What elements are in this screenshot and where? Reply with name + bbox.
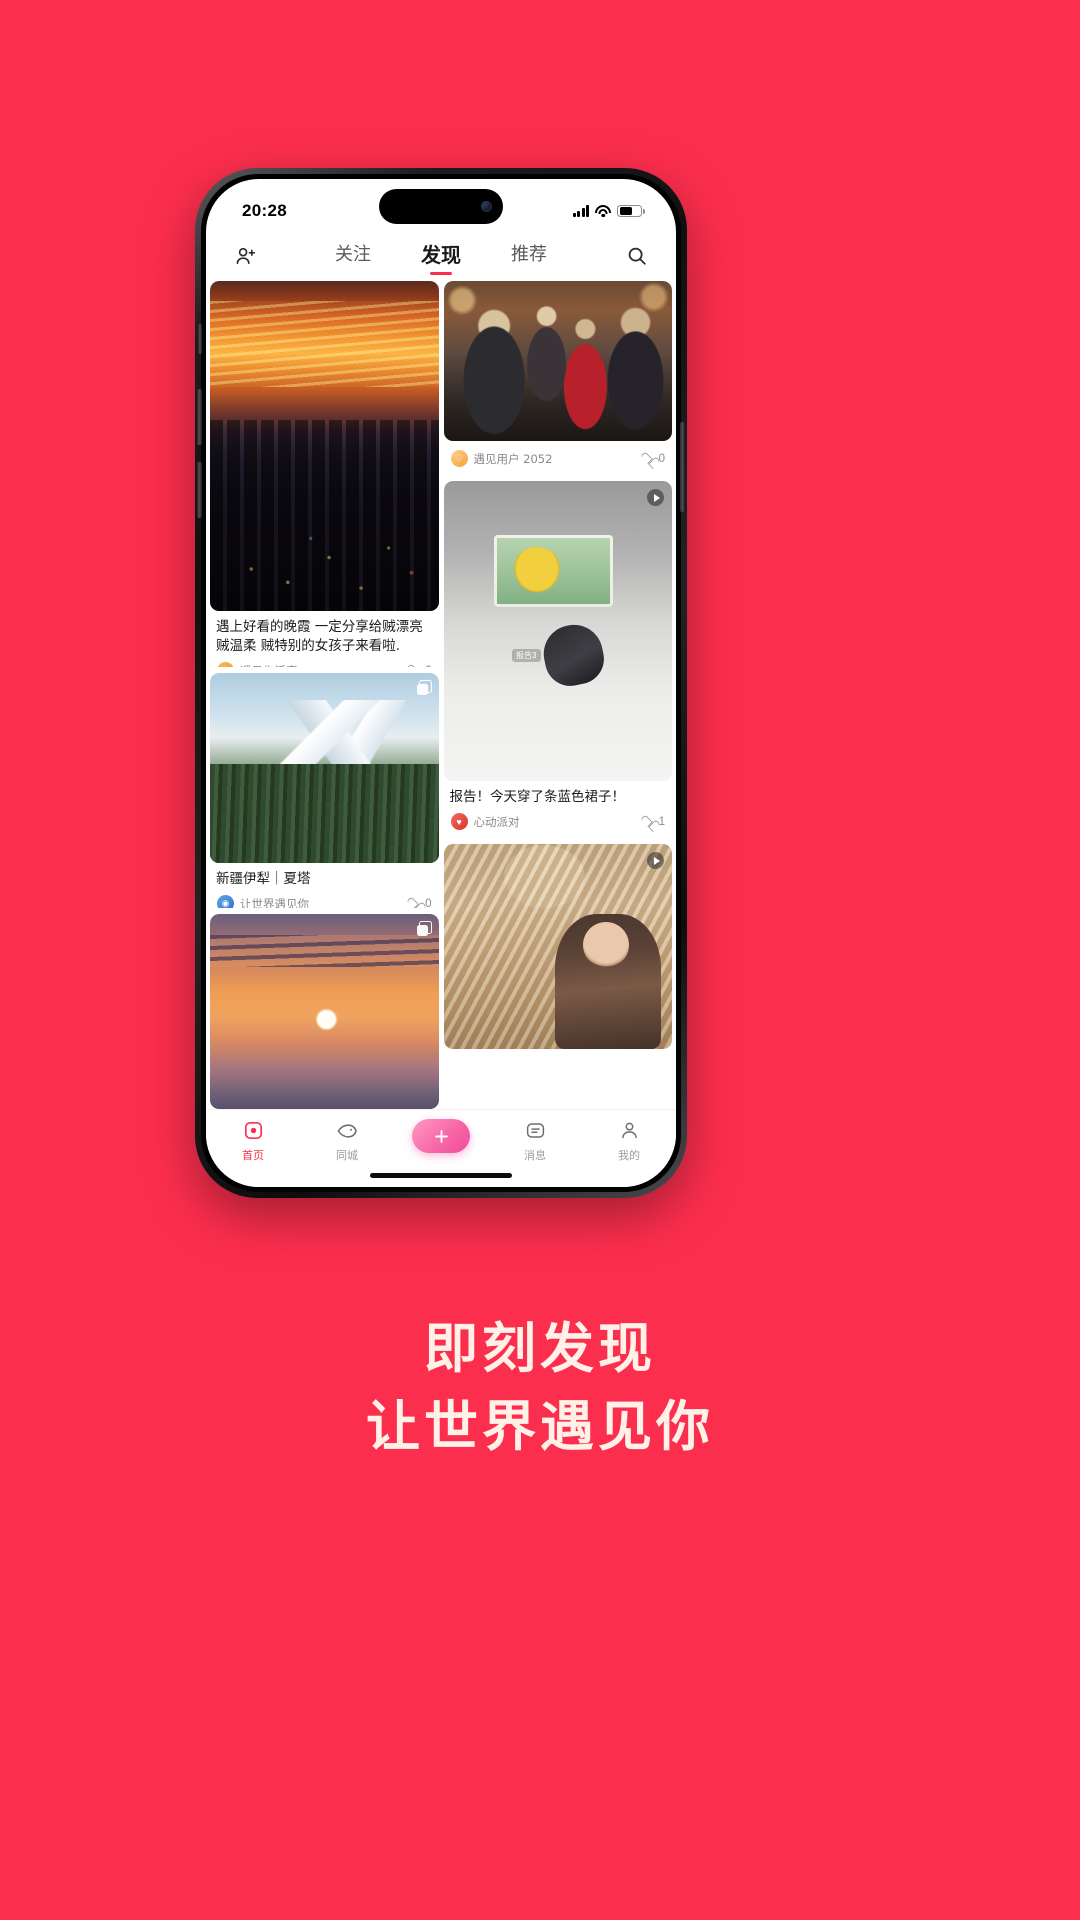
card-meta: ∞ 遇见生活家 2 [210,659,439,668]
avatar: ◉ [217,895,234,909]
feed-column-right: ♡ 遇见用户 2052 0 报告3 报告！今天穿了条蓝色裙子！ ♥ 心动派对 1 [443,281,673,1109]
feed-card[interactable]: 新疆伊犁｜夏塔 ◉ 让世界遇见你 0 [210,673,439,909]
bottom-nav-publish[interactable] [394,1119,488,1153]
status-time: 20:28 [242,201,287,220]
like-group[interactable]: 1 [643,816,665,828]
feed-card[interactable]: 报告3 报告！今天穿了条蓝色裙子！ ♥ 心动派对 1 [443,481,673,839]
image-inner-tag: 报告3 [512,649,541,662]
profile-icon [618,1119,641,1142]
card-meta: ♡ 遇见用户 2052 0 [444,441,673,475]
heart-icon[interactable] [643,453,655,464]
front-camera-icon [481,201,492,212]
author-name: 心动派对 [473,814,520,829]
phone-mockup: 20:28 关注 发现 推荐 遇上好看的晚霞 一定分享给贼漂亮 贼温柔 贼特别的… [195,168,687,1198]
like-group[interactable]: 0 [409,898,431,908]
bottom-nav-messages[interactable]: 消息 [488,1119,582,1163]
avatar-glyph: ∞ [222,666,228,667]
phone-screen: 20:28 关注 发现 推荐 遇上好看的晚霞 一定分享给贼漂亮 贼温柔 贼特别的… [206,179,676,1187]
card-author[interactable]: ♥ 心动派对 [450,813,520,831]
power-button[interactable] [680,422,685,512]
feed-column-left: 遇上好看的晚霞 一定分享给贼漂亮 贼温柔 贼特别的女孩子来看啦. ∞ 遇见生活家 [210,281,439,1109]
tagline-line-1: 即刻发现 [424,1317,656,1380]
status-bar: 20:28 [206,179,676,231]
home-icon [242,1119,265,1142]
person-shape [555,913,661,1050]
avatar-glyph: ♥ [456,816,462,827]
message-icon [524,1119,547,1142]
tab-faxian[interactable]: 发现 [421,239,461,274]
card-title: 遇上好看的晚霞 一定分享给贼漂亮 贼温柔 贼特别的女孩子来看啦. [216,619,423,655]
card-title: 新疆伊犁｜夏塔 [216,871,311,888]
multi-image-icon [417,921,432,936]
like-count: 0 [425,897,432,909]
dynamic-island [379,189,503,224]
feed-card[interactable] [210,914,439,1109]
avatar: ♥ [450,813,468,831]
author-name: 让世界遇见你 [240,896,309,909]
like-group[interactable]: 2 [409,665,431,667]
avatar-glyph: ◉ [221,898,230,909]
feed-card[interactable]: ♡ 遇见用户 2052 0 [443,281,673,475]
location-fish-icon [336,1119,359,1142]
card-title: 报告！今天穿了条蓝色裙子！ [449,789,626,805]
phone-bezel: 20:28 关注 发现 推荐 遇上好看的晚霞 一定分享给贼漂亮 贼温柔 贼特别的… [197,174,685,1192]
like-count: 1 [658,815,665,828]
like-count: 0 [658,452,665,465]
status-indicators [572,204,645,218]
bottom-nav-home[interactable]: 首页 [206,1119,300,1163]
author-name: 遇见用户 2052 [473,451,553,466]
tagline: 即刻发现 让世界遇见你 [0,1310,1080,1467]
indoor-crowd-photo[interactable] [443,281,672,441]
shoe-shape [538,619,610,691]
add-user-icon[interactable] [228,239,262,273]
tab-guanzhu[interactable]: 关注 [335,240,371,272]
feed-card[interactable] [443,844,672,1050]
multi-image-icon [417,680,432,695]
sand-sculpture-portrait-photo[interactable] [443,844,672,1050]
wifi-icon [595,205,611,217]
feed-tabs: 关注 发现 推荐 [262,239,620,274]
bottom-nav-label: 我的 [618,1149,640,1162]
volume-down-button[interactable] [197,462,202,518]
bottom-nav-profile[interactable]: 我的 [582,1119,676,1163]
publish-plus-icon[interactable] [412,1119,470,1153]
search-icon[interactable] [620,239,654,273]
card-meta: ◉ 让世界遇见你 0 [210,892,439,909]
volume-up-button[interactable] [197,389,202,445]
snow-mountain-forest-photo[interactable] [210,673,439,864]
tab-tuijian[interactable]: 推荐 [511,240,547,272]
avatar-glyph: ♡ [454,453,464,463]
author-name: 遇见生活家 [240,663,298,667]
waterfall-feed[interactable]: 遇上好看的晚霞 一定分享给贼漂亮 贼温柔 贼特别的女孩子来看啦. ∞ 遇见生活家 [206,281,676,1109]
signal-bars-icon [572,205,589,217]
sea-sunset-photo[interactable] [210,914,439,1109]
silent-switch[interactable] [198,324,202,354]
bottom-nav-label: 首页 [242,1149,264,1162]
feed-card[interactable]: 遇上好看的晚霞 一定分享给贼漂亮 贼温柔 贼特别的女孩子来看啦. ∞ 遇见生活家 [210,281,439,668]
card-meta: ♥ 心动派对 1 [444,810,673,838]
bottom-nav-label: 消息 [524,1149,546,1162]
card-author[interactable]: ♡ 遇见用户 2052 [450,450,553,467]
heart-icon[interactable] [643,816,655,827]
heart-icon[interactable] [409,898,421,908]
like-group[interactable]: 0 [643,453,665,465]
card-author[interactable]: ∞ 遇见生活家 [217,662,298,668]
top-navigation: 关注 发现 推荐 [206,231,676,281]
blue-skirt-bed-photo[interactable]: 报告3 [443,481,672,781]
sunset-city-skyline-photo[interactable] [210,281,439,611]
play-icon[interactable] [647,489,664,506]
heart-icon[interactable] [409,665,421,667]
like-count: 2 [425,665,431,667]
tagline-line-2: 让世界遇见你 [366,1395,714,1459]
avatar: ∞ [217,662,234,668]
bottom-nav-nearby[interactable]: 同城 [300,1119,394,1163]
battery-icon [617,204,645,218]
bottom-nav-label: 同城 [336,1149,358,1162]
home-indicator[interactable] [370,1173,512,1178]
avatar: ♡ [450,450,468,467]
card-author[interactable]: ◉ 让世界遇见你 [217,895,309,909]
